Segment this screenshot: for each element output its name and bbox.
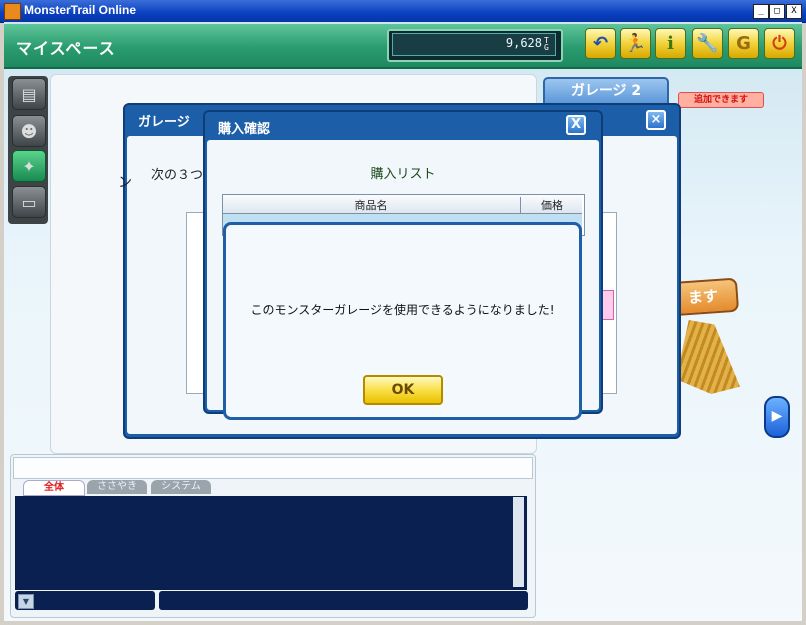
computer-icon[interactable]: ▤ [12,78,46,110]
monster-icon[interactable]: ✦ [12,150,46,182]
chat-log [15,496,527,590]
power-icon[interactable]: ⏻ [764,28,795,59]
maximize-button[interactable]: □ [769,4,785,19]
run-icon[interactable]: 🏃 [620,28,651,59]
column-header-price: 価格 [520,197,583,213]
chat-tab-all[interactable]: 全体 [23,480,85,496]
money-bag-icon[interactable]: G [728,28,759,59]
next-arrow-icon[interactable]: ▶ [764,396,790,438]
app-icon [4,3,21,20]
money-amount: 9,628 [505,36,542,50]
chat-tab-whisper[interactable]: ささやき [87,480,147,494]
purchase-dialog-title: 購入確認 [218,122,271,137]
chevron-down-icon[interactable]: ▼ [18,594,34,609]
chat-tab-system[interactable]: システム [151,480,211,494]
chest-icon[interactable]: ▭ [12,186,46,218]
page-title: マイスペース [16,39,116,58]
ok-button[interactable]: OK [363,375,443,405]
money-unit-bottom: G [544,43,549,52]
garage-tab[interactable]: ガレージ 2 [543,77,669,106]
character-icon[interactable]: ☻ [12,115,46,147]
window-title: MonsterTrail Online [24,3,137,17]
garage-dialog-text: 次の３つ [151,168,204,183]
chat-header [13,457,533,479]
chat-target-select[interactable] [15,591,155,610]
info-icon[interactable]: i [655,28,686,59]
close-window-button[interactable]: X [786,4,802,19]
wrench-icon[interactable]: 🔧 [692,28,723,59]
money-unit: T G [544,37,554,52]
chat-scrollbar[interactable] [513,497,524,587]
minimize-button[interactable]: _ [753,4,769,19]
close-icon[interactable]: X [566,115,586,135]
garage-dialog-char: ン [118,175,132,191]
column-header-name: 商品名 [354,199,388,212]
back-icon[interactable]: ↶ [585,28,616,59]
message-text: このモンスターガレージを使用できるようになりました! [250,303,555,317]
close-icon[interactable]: × [646,110,666,130]
add-available-badge: 追加できます [678,92,764,108]
chat-input[interactable] [159,591,528,610]
purchase-list-title: 購入リスト [370,167,436,182]
garage-dialog-title: ガレージ [138,115,190,130]
